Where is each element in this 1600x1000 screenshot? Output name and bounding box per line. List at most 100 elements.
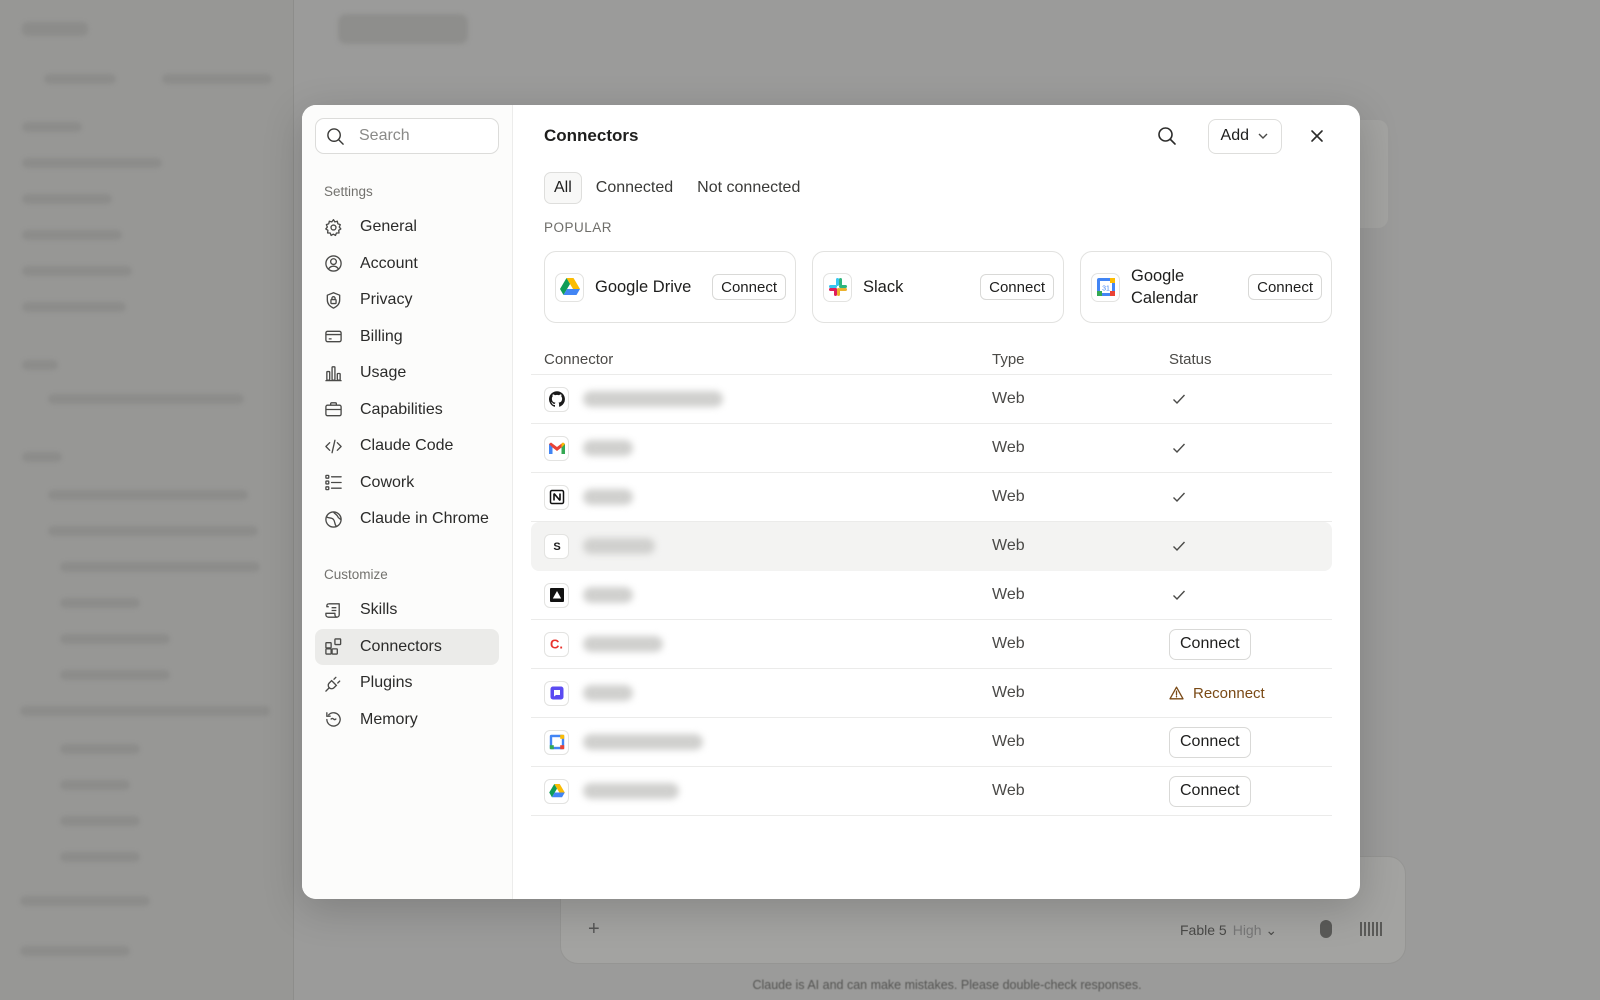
sidebar-item-connectors[interactable]: Connectors (315, 628, 499, 665)
filter-tabs: All Connected Not connected (544, 172, 1332, 204)
popular-card-google-calendar[interactable]: 31 Google Calendar Connect (1080, 251, 1332, 323)
sidebar-item-label: Claude in Chrome (360, 510, 489, 527)
tab-connected[interactable]: Connected (586, 172, 683, 204)
table-row[interactable]: Web (531, 424, 1332, 473)
table-header: Connector Type Status (531, 345, 1332, 375)
sidebar-item-skills[interactable]: Skills (315, 592, 499, 628)
chevron-down-icon (1258, 133, 1268, 139)
sidebar-item-general[interactable]: General (315, 209, 499, 245)
settings-search[interactable] (315, 118, 499, 154)
connect-button[interactable]: Connect (712, 274, 786, 300)
sidebar-item-billing[interactable]: Billing (315, 319, 499, 355)
search-button[interactable] (1152, 121, 1182, 151)
connector-name-redacted (583, 538, 655, 554)
sidebar-item-usage[interactable]: Usage (315, 355, 499, 391)
table-row[interactable]: Web Reconnect (531, 669, 1332, 718)
blocks-icon (325, 638, 342, 655)
check-icon (1173, 443, 1186, 454)
sidebar-item-claude-code[interactable]: Claude Code (315, 428, 499, 464)
table-row[interactable]: Web (531, 473, 1332, 522)
sidebar-item-privacy[interactable]: Privacy (315, 282, 499, 318)
connect-button[interactable]: Connect (1169, 775, 1251, 807)
sidebar-item-account[interactable]: Account (315, 246, 499, 282)
checklist-icon (325, 474, 342, 491)
user-circle-icon (325, 255, 342, 272)
status-connected (1169, 491, 1186, 503)
reconnect-label: Reconnect (1193, 684, 1265, 702)
github-icon (544, 386, 569, 412)
background-top-button (338, 14, 468, 44)
google-drive-icon (555, 272, 584, 302)
column-header-status: Status (1169, 351, 1212, 368)
gear-icon (325, 218, 342, 236)
bar-chart-icon (325, 365, 342, 381)
column-header-type: Type (992, 351, 1025, 368)
tab-not-connected[interactable]: Not connected (687, 172, 810, 204)
table-row[interactable]: S Web (531, 522, 1332, 571)
s-letter-icon: S (544, 533, 569, 559)
tab-all[interactable]: All (544, 172, 582, 204)
notion-icon (544, 484, 569, 510)
type-cell: Web (992, 586, 1025, 603)
table-row[interactable]: Web Connect (531, 767, 1332, 816)
popular-card-name: Google Drive (595, 278, 692, 296)
settings-group-label: Settings (324, 184, 373, 199)
type-cell: Web (992, 684, 1025, 701)
sidebar-item-plugins[interactable]: Plugins (315, 665, 499, 701)
type-cell: Web (992, 733, 1025, 750)
warning-icon (1169, 686, 1184, 700)
sidebar-item-label: Billing (360, 327, 403, 345)
chat-bubble-icon (544, 680, 569, 706)
check-icon (1173, 541, 1186, 552)
close-button[interactable] (1302, 121, 1332, 151)
briefcase-icon (325, 402, 342, 417)
type-cell: Web (992, 782, 1025, 799)
svg-text:C.: C. (550, 637, 563, 652)
sidebar-item-claude-in-chrome[interactable]: Claude in Chrome (315, 501, 499, 537)
sidebar-item-label: Usage (360, 364, 407, 381)
search-icon (1157, 127, 1176, 145)
sidebar-item-cowork[interactable]: Cowork (315, 465, 499, 501)
history-icon (326, 712, 341, 727)
background-voice-icon (1360, 922, 1382, 936)
settings-sidebar: Settings General Account Privacy Billing… (302, 105, 513, 899)
popular-card-slack[interactable]: Slack Connect (812, 251, 1064, 323)
connect-button[interactable]: Connect (1248, 274, 1322, 300)
sidebar-item-label: Capabilities (360, 400, 443, 418)
table-row[interactable]: C. Web Connect (531, 620, 1332, 669)
sidebar-item-label: Cowork (360, 473, 415, 491)
sidebar-item-label: Memory (360, 710, 418, 728)
customize-group-label: Customize (324, 567, 388, 582)
connectors-table: Connector Type Status Web Web Web S Web … (531, 345, 1332, 816)
add-button[interactable]: Add (1207, 118, 1282, 154)
svg-text:31: 31 (1102, 286, 1110, 293)
connect-button[interactable]: Connect (980, 274, 1054, 300)
settings-modal: Settings General Account Privacy Billing… (302, 105, 1360, 899)
connect-button[interactable]: Connect (1169, 628, 1251, 660)
reconnect-link[interactable]: Reconnect (1169, 685, 1265, 702)
sidebar-item-capabilities[interactable]: Capabilities (315, 392, 499, 428)
table-row[interactable]: Web (531, 375, 1332, 424)
shield-lock-icon (326, 291, 341, 309)
table-row[interactable]: Web (531, 571, 1332, 620)
background-mic-icon (1320, 920, 1332, 938)
table-row[interactable]: Web Connect (531, 718, 1332, 767)
sidebar-item-label: Skills (360, 601, 398, 618)
panel-header: Connectors Add (544, 105, 1332, 167)
google-drive-icon (544, 778, 569, 804)
triangle-logo-icon (544, 582, 569, 608)
popular-card-google-drive[interactable]: Google Drive Connect (544, 251, 796, 323)
check-icon (1173, 394, 1186, 405)
page-title: Connectors (544, 126, 639, 145)
search-input[interactable] (359, 127, 479, 145)
type-cell: Web (992, 635, 1025, 652)
credit-card-icon (325, 330, 342, 343)
sidebar-item-memory[interactable]: Memory (315, 702, 499, 738)
status-connected (1169, 589, 1186, 601)
slack-icon (823, 272, 852, 302)
connector-name-redacted (583, 440, 633, 456)
connect-button[interactable]: Connect (1169, 726, 1251, 758)
status-connected (1169, 393, 1186, 405)
code-icon (325, 439, 342, 453)
gmail-icon (544, 435, 569, 461)
